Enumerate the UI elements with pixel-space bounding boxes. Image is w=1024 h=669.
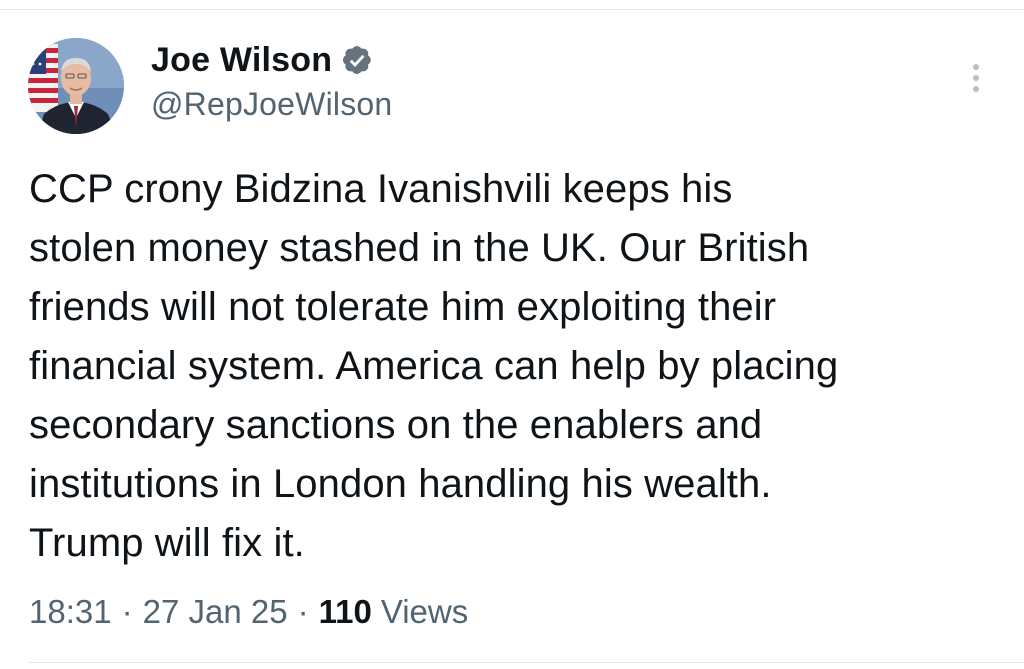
top-divider (0, 9, 1024, 10)
views-count: 110 (318, 593, 372, 630)
views-label[interactable]: Views (381, 593, 468, 631)
author-name-row[interactable]: Joe Wilson (151, 40, 374, 80)
verified-badge-icon[interactable] (340, 43, 374, 77)
author-handle[interactable]: @RepJoeWilson (151, 86, 392, 123)
tweet-text: CCP crony Bidzina Ivanishvili keeps his … (29, 167, 839, 565)
tweet-time[interactable]: 18:31 (29, 593, 112, 631)
meta-separator: · (297, 593, 309, 630)
tweet-date[interactable]: 27 Jan 25 (143, 593, 288, 631)
more-options-button[interactable] (960, 58, 992, 98)
meta-separator: · (121, 593, 133, 630)
bottom-divider (28, 662, 1024, 663)
avatar-photo (28, 38, 124, 134)
display-name[interactable]: Joe Wilson (151, 41, 332, 80)
tweet-meta: 18:31 · 27 Jan 25 · 110 Views (29, 589, 468, 635)
more-vertical-icon (973, 64, 979, 92)
avatar[interactable] (28, 38, 124, 134)
